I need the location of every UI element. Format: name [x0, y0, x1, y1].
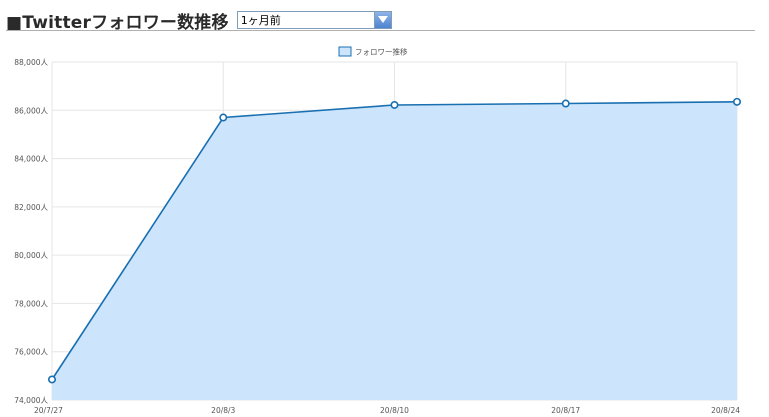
- legend: フォロワー推移: [338, 46, 408, 57]
- follower-chart: 74,000人 76,000人 78,000人 80,000人 82,000人 84,00…: [14, 46, 741, 415]
- y-tick-label: 74,000人: [14, 396, 48, 405]
- legend-swatch: [338, 46, 352, 57]
- x-tick-label: 20/8/10: [380, 406, 409, 415]
- y-tick-label: 80,000人: [14, 251, 48, 260]
- data-point: [47, 375, 56, 384]
- data-point: [390, 100, 399, 109]
- y-tick-label: 88,000人: [14, 58, 48, 67]
- y-tick-label: 84,000人: [14, 155, 48, 164]
- x-tick-label: 20/8/3: [211, 406, 235, 415]
- y-tick-label: 76,000人: [14, 348, 48, 357]
- y-tick-label: 78,000人: [14, 299, 48, 308]
- legend-label: フォロワー推移: [355, 47, 408, 57]
- series-area: [52, 101, 737, 401]
- data-point: [732, 97, 741, 106]
- y-tick-label: 82,000人: [14, 203, 48, 212]
- data-point: [561, 99, 570, 108]
- x-tick-label: 20/7/27: [34, 406, 63, 415]
- x-tick-label: 20/8/24: [711, 406, 740, 415]
- y-tick-label: 86,000人: [14, 106, 48, 115]
- x-tick-label: 20/8/17: [551, 406, 580, 415]
- data-point: [219, 113, 228, 122]
